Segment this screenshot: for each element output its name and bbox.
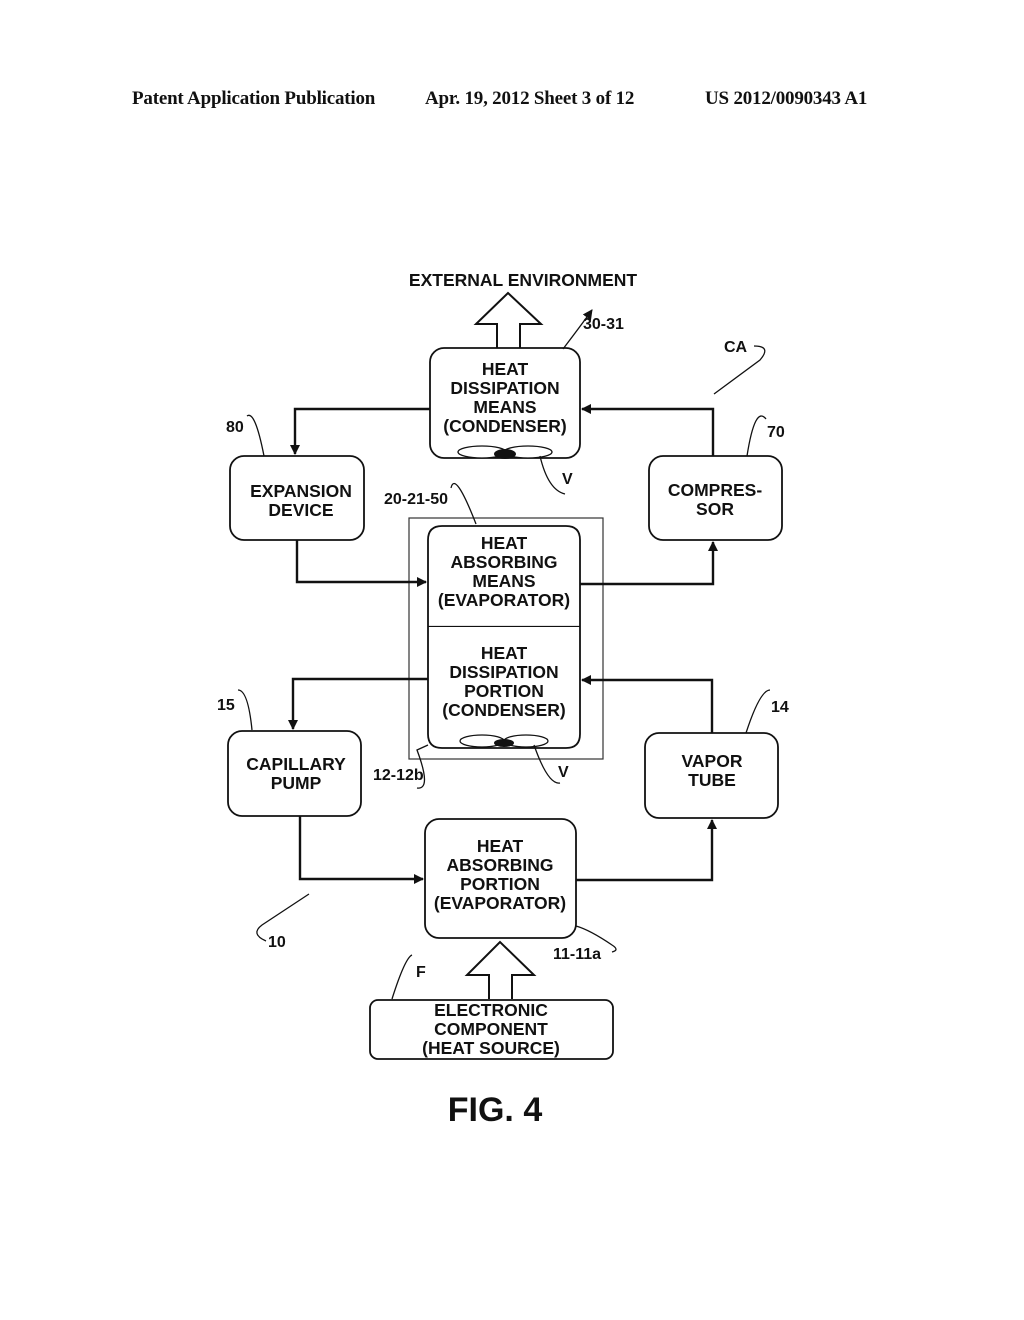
ref-ca: CA xyxy=(724,339,748,356)
block-text: PORTION xyxy=(460,874,540,894)
ref-30-31: 30-31 xyxy=(583,316,624,333)
heat-out-arrow xyxy=(473,291,544,348)
block-text: EXPANSION xyxy=(250,481,352,501)
block-compressor: COMPRES- SOR xyxy=(648,455,783,541)
block-heat-dissipation-portion: HEAT DISSIPATION PORTION (CONDENSER) xyxy=(427,627,581,749)
block-text: TUBE xyxy=(688,770,736,790)
ref-v-bottom: V xyxy=(558,764,569,781)
block-text: DEVICE xyxy=(268,500,333,520)
heat-in-arrow xyxy=(464,940,537,999)
block-text: HEAT xyxy=(482,359,529,379)
block-text: PUMP xyxy=(271,773,322,793)
ref-11-11a: 11-11a xyxy=(553,946,601,963)
block-text: (CONDENSER) xyxy=(443,416,566,436)
block-text: (HEAT SOURCE) xyxy=(422,1038,560,1058)
block-capillary-pump: CAPILLARY PUMP xyxy=(227,730,362,817)
block-expansion-device: EXPANSION DEVICE xyxy=(229,455,365,541)
block-electronic-component: ELECTRONIC COMPONENT (HEAT SOURCE) xyxy=(369,999,614,1060)
flow-evaporator-to-vapor xyxy=(576,819,717,882)
block-text: (EVAPORATOR) xyxy=(438,590,570,610)
block-text: VAPOR xyxy=(682,751,743,771)
block-text: MEANS xyxy=(473,397,536,417)
block-heat-absorbing-portion: HEAT ABSORBING PORTION (EVAPORATOR) xyxy=(424,818,577,939)
leader-14 xyxy=(745,689,771,734)
flow-vapor-to-condenser xyxy=(581,675,714,733)
block-text: HEAT xyxy=(481,533,528,553)
block-text: DISSIPATION xyxy=(449,662,558,682)
flow-expansion-to-evaporator xyxy=(295,540,427,587)
flow-compressor-to-condenser xyxy=(581,404,715,456)
ref-15: 15 xyxy=(217,697,235,714)
ref-70: 70 xyxy=(767,424,785,441)
block-heat-absorbing-means: HEAT ABSORBING MEANS (EVAPORATOR) xyxy=(427,525,581,627)
block-vapor-tube: VAPOR TUBE xyxy=(644,732,779,819)
ref-10: 10 xyxy=(268,934,286,951)
flow-condenser-to-capillary xyxy=(288,677,428,730)
ref-12-12b: 12-12b xyxy=(373,767,424,784)
block-text: ABSORBING xyxy=(451,552,558,572)
block-text: PORTION xyxy=(464,681,544,701)
block-text: (EVAPORATOR) xyxy=(434,893,566,913)
patent-figure-diagram: EXTERNAL ENVIRONMENT HEAT DISSIPATION ME… xyxy=(217,270,789,1129)
block-text: COMPRES- xyxy=(668,480,762,500)
block-text: HEAT xyxy=(477,836,524,856)
ref-80: 80 xyxy=(226,419,244,436)
block-text: CAPILLARY xyxy=(246,754,346,774)
block-text: ABSORBING xyxy=(447,855,554,875)
flow-condenser-to-expansion xyxy=(290,407,430,455)
leader-80 xyxy=(246,414,265,457)
ref-v-top: V xyxy=(562,471,573,488)
figure-title: FIG. 4 xyxy=(448,1091,543,1129)
block-text: COMPONENT xyxy=(434,1019,548,1039)
leader-15 xyxy=(237,689,253,731)
flow-capillary-to-evaporator xyxy=(298,816,424,884)
block-text: MEANS xyxy=(472,571,535,591)
leader-v-bottom xyxy=(533,744,561,784)
ref-20-21-50: 20-21-50 xyxy=(384,491,448,508)
block-text: DISSIPATION xyxy=(450,378,559,398)
leader-70 xyxy=(746,415,767,457)
block-text: SOR xyxy=(696,499,734,519)
leader-f xyxy=(391,954,413,1000)
block-text: (CONDENSER) xyxy=(442,700,565,720)
block-text: ELECTRONIC xyxy=(434,1000,548,1020)
ref-14: 14 xyxy=(771,699,789,716)
block-heat-dissipation-means: HEAT DISSIPATION MEANS (CONDENSER) xyxy=(429,347,581,459)
ref-f: F xyxy=(416,964,426,981)
external-environment-label: EXTERNAL ENVIRONMENT xyxy=(409,270,637,290)
block-text: HEAT xyxy=(481,643,528,663)
flow-evaporator-to-compressor xyxy=(580,541,718,586)
